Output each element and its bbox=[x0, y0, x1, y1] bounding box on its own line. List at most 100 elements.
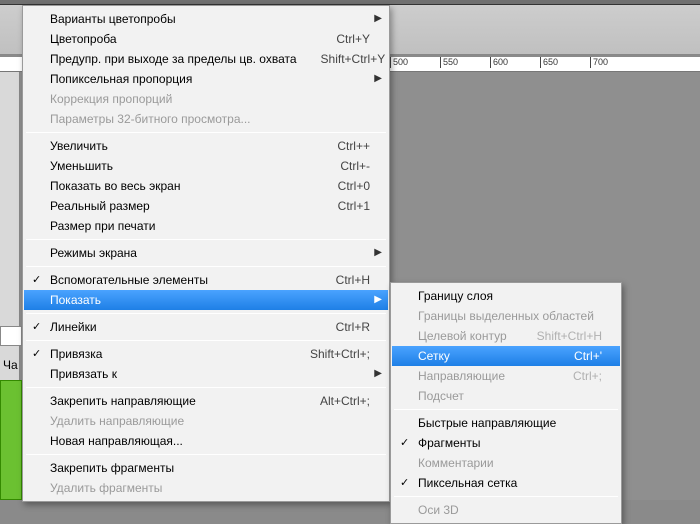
view-menu-item: Коррекция пропорций bbox=[24, 89, 388, 109]
check-icon: ✓ bbox=[32, 273, 41, 286]
menu-item-label: Размер при печати bbox=[50, 219, 370, 233]
view-menu-separator bbox=[26, 313, 386, 314]
ruler-tick: 650 bbox=[540, 57, 590, 68]
chevron-right-icon: ▶ bbox=[374, 13, 382, 24]
chevron-right-icon: ▶ bbox=[374, 73, 382, 84]
view-menu-separator bbox=[26, 454, 386, 455]
show-submenu-item[interactable]: Границу слоя bbox=[392, 286, 620, 306]
menu-item-shortcut: Ctrl+R bbox=[336, 320, 370, 334]
show-submenu-item[interactable]: СеткуCtrl+' bbox=[392, 346, 620, 366]
view-menu-item[interactable]: Уменьшить Ctrl+- bbox=[24, 156, 388, 176]
menu-item-label: Уменьшить bbox=[50, 159, 316, 173]
menu-item-shortcut: Ctrl+1 bbox=[338, 199, 370, 213]
view-menu-item: Удалить фрагменты bbox=[24, 478, 388, 498]
menu-item-label: Линейки bbox=[50, 320, 312, 334]
menu-item-label: Границу слоя bbox=[418, 289, 602, 303]
view-menu-item[interactable]: Размер при печати bbox=[24, 216, 388, 236]
view-menu-item[interactable]: УвеличитьCtrl++ bbox=[24, 136, 388, 156]
view-menu-item[interactable]: ✓ Привязка Shift+Ctrl+; bbox=[24, 344, 388, 364]
menu-item-label: Привязка bbox=[50, 347, 286, 361]
chevron-right-icon: ▶ bbox=[374, 294, 382, 305]
ruler-tick: 600 bbox=[490, 57, 540, 68]
menu-item-shortcut: Shift+Ctrl+; bbox=[310, 347, 370, 361]
view-menu-item: Удалить направляющие bbox=[24, 411, 388, 431]
panel-label-fragment: Ча bbox=[3, 358, 18, 372]
view-menu-item[interactable]: Показать во весь экранCtrl+0 bbox=[24, 176, 388, 196]
ruler-tick: 700 bbox=[590, 57, 640, 68]
menu-item-shortcut: Ctrl+; bbox=[573, 369, 602, 383]
menu-item-label: Предупр. при выходе за пределы цв. охват… bbox=[50, 52, 297, 66]
chevron-right-icon: ▶ bbox=[374, 368, 382, 379]
menu-item-label: Быстрые направляющие bbox=[418, 416, 602, 430]
show-submenu-item: Границы выделенных областей bbox=[392, 306, 620, 326]
view-menu-item[interactable]: Варианты цветопробы ▶ bbox=[24, 9, 388, 29]
panel-tab-corner bbox=[0, 326, 22, 346]
view-menu-separator bbox=[26, 387, 386, 388]
menu-item-label: Цветопроба bbox=[50, 32, 312, 46]
menu-item-label: Привязать к bbox=[50, 367, 370, 381]
menu-item-label: Вспомогательные элементы bbox=[50, 273, 312, 287]
view-menu-item[interactable]: Попиксельная пропорция ▶ bbox=[24, 69, 388, 89]
check-icon: ✓ bbox=[400, 436, 409, 449]
menu-item-label: Комментарии bbox=[418, 456, 602, 470]
menu-item-shortcut: Ctrl+H bbox=[336, 273, 370, 287]
view-menu-separator bbox=[26, 132, 386, 133]
menu-item-shortcut: Alt+Ctrl+; bbox=[320, 394, 370, 408]
menu-item-label: Целевой контур bbox=[418, 329, 513, 343]
show-submenu-item: Комментарии bbox=[392, 453, 620, 473]
menu-item-label: Границы выделенных областей bbox=[418, 309, 602, 323]
menu-item-shortcut: Ctrl+Y bbox=[336, 32, 370, 46]
view-menu-item[interactable]: ✓ Линейки Ctrl+R bbox=[24, 317, 388, 337]
menu-item-label: Коррекция пропорций bbox=[50, 92, 370, 106]
show-submenu[interactable]: Границу слоя Границы выделенных областей Ц… bbox=[390, 282, 622, 524]
view-menu-separator bbox=[26, 266, 386, 267]
view-menu-item[interactable]: Реальный размер Ctrl+1 bbox=[24, 196, 388, 216]
menu-item-label: Фрагменты bbox=[418, 436, 602, 450]
check-icon: ✓ bbox=[32, 320, 41, 333]
view-menu-item[interactable]: Предупр. при выходе за пределы цв. охват… bbox=[24, 49, 388, 69]
show-submenu-item: Подсчет bbox=[392, 386, 620, 406]
view-menu-separator bbox=[26, 340, 386, 341]
ruler-tick: 550 bbox=[440, 57, 490, 68]
ruler-tick: 500 bbox=[390, 57, 440, 68]
view-menu-item[interactable]: Закрепить фрагменты bbox=[24, 458, 388, 478]
menu-item-label: Новая направляющая... bbox=[50, 434, 370, 448]
menu-item-shortcut: Ctrl+- bbox=[340, 159, 370, 173]
show-submenu-item: Оси 3D bbox=[392, 500, 620, 520]
check-icon: ✓ bbox=[32, 347, 41, 360]
view-menu-item[interactable]: Закрепить направляющие Alt+Ctrl+; bbox=[24, 391, 388, 411]
menu-item-shortcut: Shift+Ctrl+H bbox=[537, 329, 602, 343]
menu-item-label: Удалить направляющие bbox=[50, 414, 370, 428]
view-menu-item[interactable]: Новая направляющая... bbox=[24, 431, 388, 451]
menu-item-label: Подсчет bbox=[418, 389, 602, 403]
menu-item-shortcut: Ctrl+0 bbox=[338, 179, 370, 193]
view-menu-item[interactable]: Режимы экрана ▶ bbox=[24, 243, 388, 263]
show-submenu-separator bbox=[394, 496, 618, 497]
menu-item-label: Увеличить bbox=[50, 139, 313, 153]
menu-item-label: Варианты цветопробы bbox=[50, 12, 370, 26]
view-menu-item: Параметры 32-битного просмотра... bbox=[24, 109, 388, 129]
menu-item-label: Попиксельная пропорция bbox=[50, 72, 370, 86]
show-submenu-item[interactable]: ✓Пиксельная сетка bbox=[392, 473, 620, 493]
menu-item-label: Удалить фрагменты bbox=[50, 481, 370, 495]
show-submenu-item[interactable]: ✓ Фрагменты bbox=[392, 433, 620, 453]
chevron-right-icon: ▶ bbox=[374, 247, 382, 258]
show-submenu-item: Целевой контур Shift+Ctrl+H bbox=[392, 326, 620, 346]
view-menu-separator bbox=[26, 239, 386, 240]
menu-item-label: Закрепить направляющие bbox=[50, 394, 296, 408]
show-submenu-item[interactable]: Быстрые направляющие bbox=[392, 413, 620, 433]
menu-item-shortcut: Ctrl+' bbox=[574, 349, 602, 363]
menu-item-label: Направляющие bbox=[418, 369, 549, 383]
view-menu[interactable]: Варианты цветопробы ▶ Цветопроба Ctrl+Y Пред… bbox=[22, 5, 390, 502]
view-menu-item[interactable]: Привязать к ▶ bbox=[24, 364, 388, 384]
menu-item-label: Закрепить фрагменты bbox=[50, 461, 370, 475]
view-menu-item[interactable]: Показать▶ bbox=[24, 290, 388, 310]
show-submenu-separator bbox=[394, 409, 618, 410]
menu-item-label: Оси 3D bbox=[418, 503, 602, 517]
menu-item-shortcut: Shift+Ctrl+Y bbox=[321, 52, 386, 66]
menu-item-label: Реальный размер bbox=[50, 199, 314, 213]
view-menu-item[interactable]: Цветопроба Ctrl+Y bbox=[24, 29, 388, 49]
menu-item-label: Параметры 32-битного просмотра... bbox=[50, 112, 370, 126]
view-menu-item[interactable]: ✓ Вспомогательные элементы Ctrl+H bbox=[24, 270, 388, 290]
menu-item-label: Режимы экрана bbox=[50, 246, 370, 260]
